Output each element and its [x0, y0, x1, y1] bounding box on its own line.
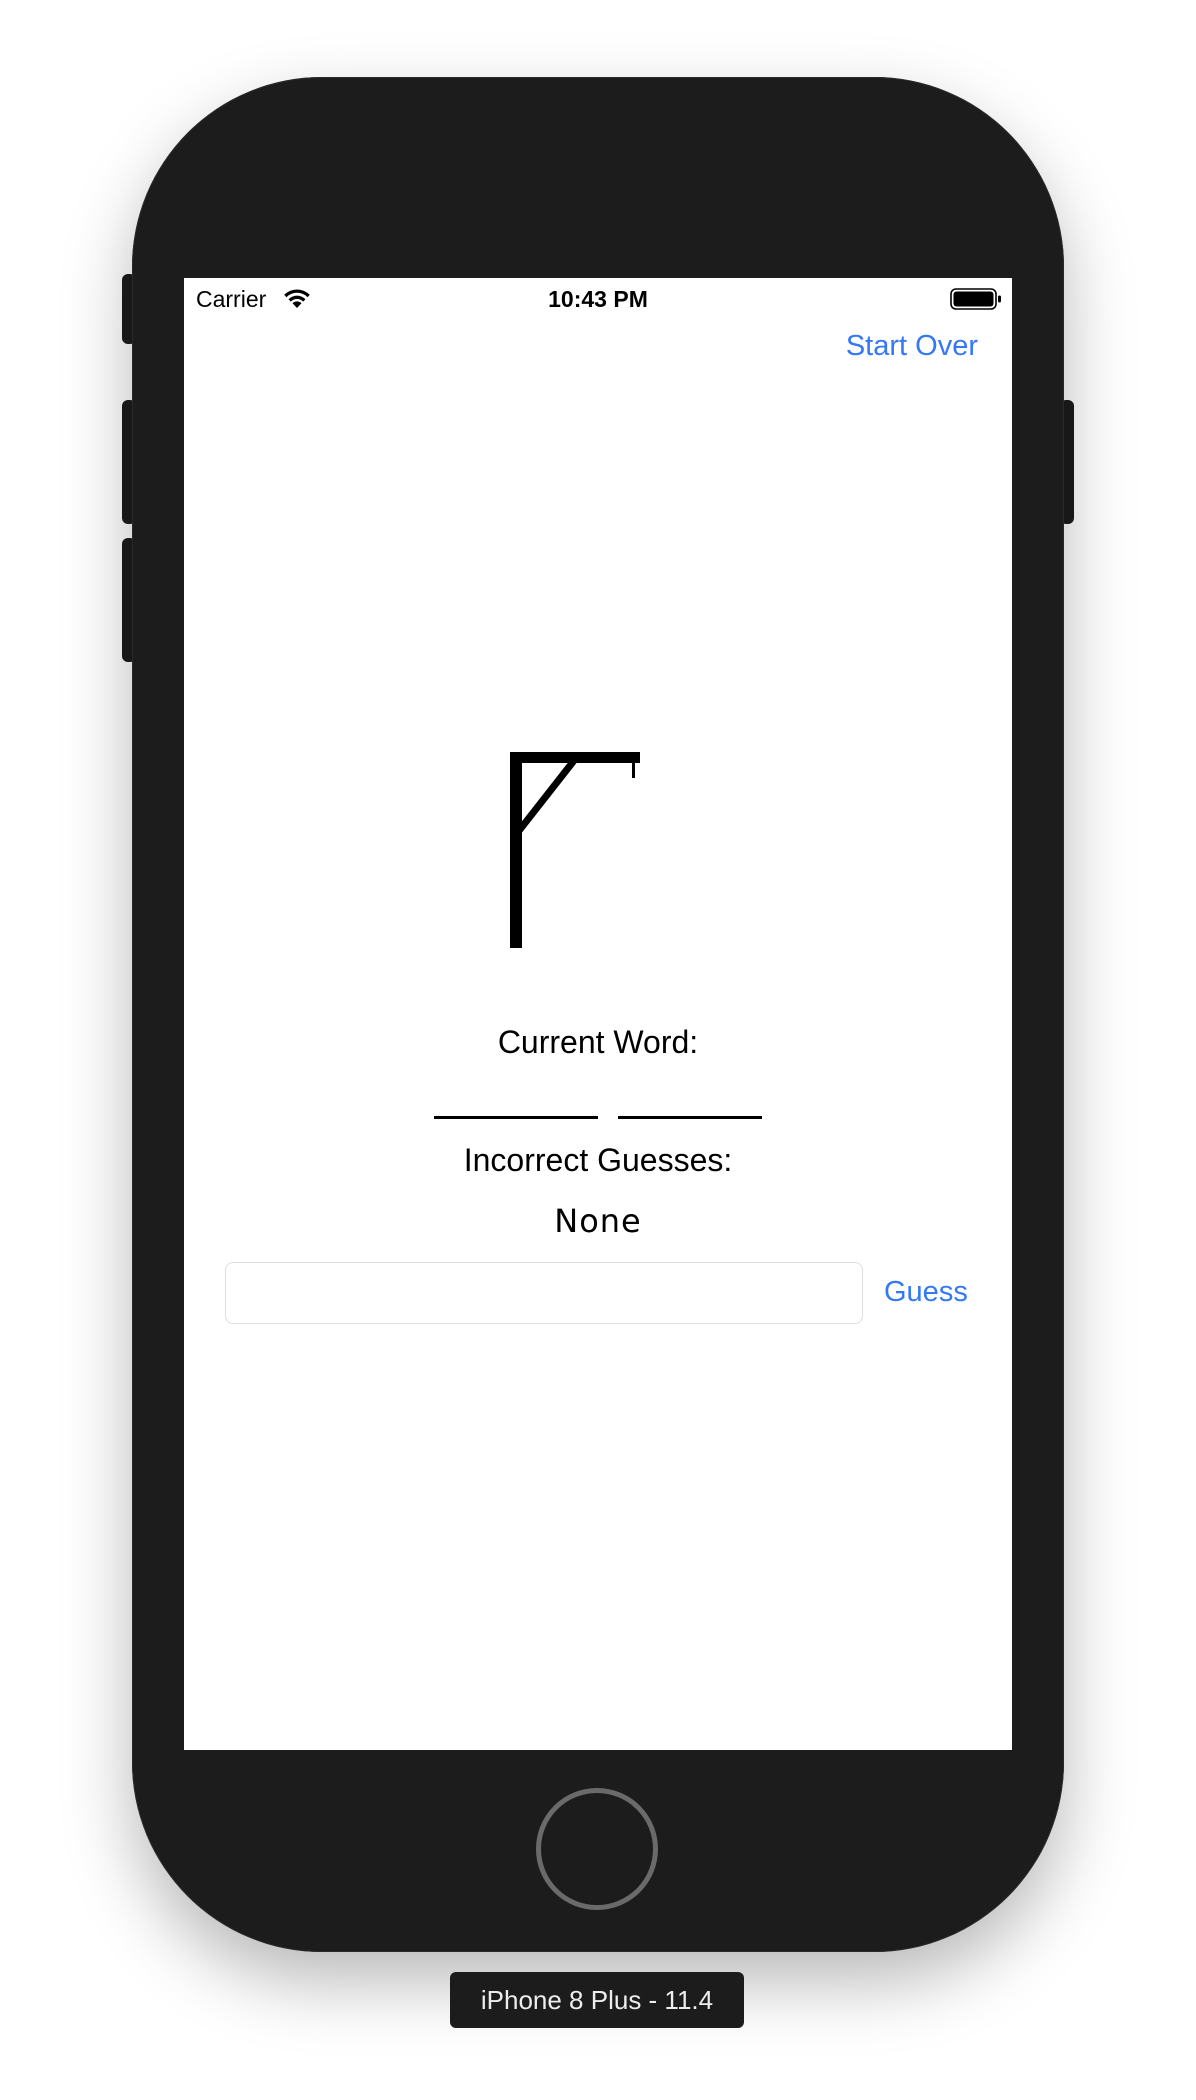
status-bar: Carrier 10:43 PM — [184, 278, 1012, 320]
current-word-label: Current Word: — [497, 1024, 699, 1060]
guess-input[interactable] — [225, 1262, 863, 1324]
incorrect-guesses-value: None — [554, 1202, 642, 1240]
battery-icon — [950, 288, 1001, 310]
guess-button[interactable]: Guess — [884, 1276, 968, 1309]
gallows-icon — [510, 752, 640, 948]
incorrect-guesses-label: Incorrect Guesses: — [463, 1142, 733, 1178]
simulator-device-label: iPhone 8 Plus - 11.4 — [450, 1972, 744, 2028]
letter-blank-group — [434, 1116, 598, 1119]
letter-blank-group — [618, 1116, 762, 1119]
start-over-button[interactable]: Start Over — [846, 330, 978, 363]
status-time: 10:43 PM — [548, 286, 648, 312]
app-screen: Carrier 10:43 PM Start Over Current Word… — [184, 278, 1012, 1750]
simulator-stage: Carrier 10:43 PM Start Over Current Word… — [0, 0, 1196, 2100]
home-button[interactable] — [536, 1788, 658, 1910]
